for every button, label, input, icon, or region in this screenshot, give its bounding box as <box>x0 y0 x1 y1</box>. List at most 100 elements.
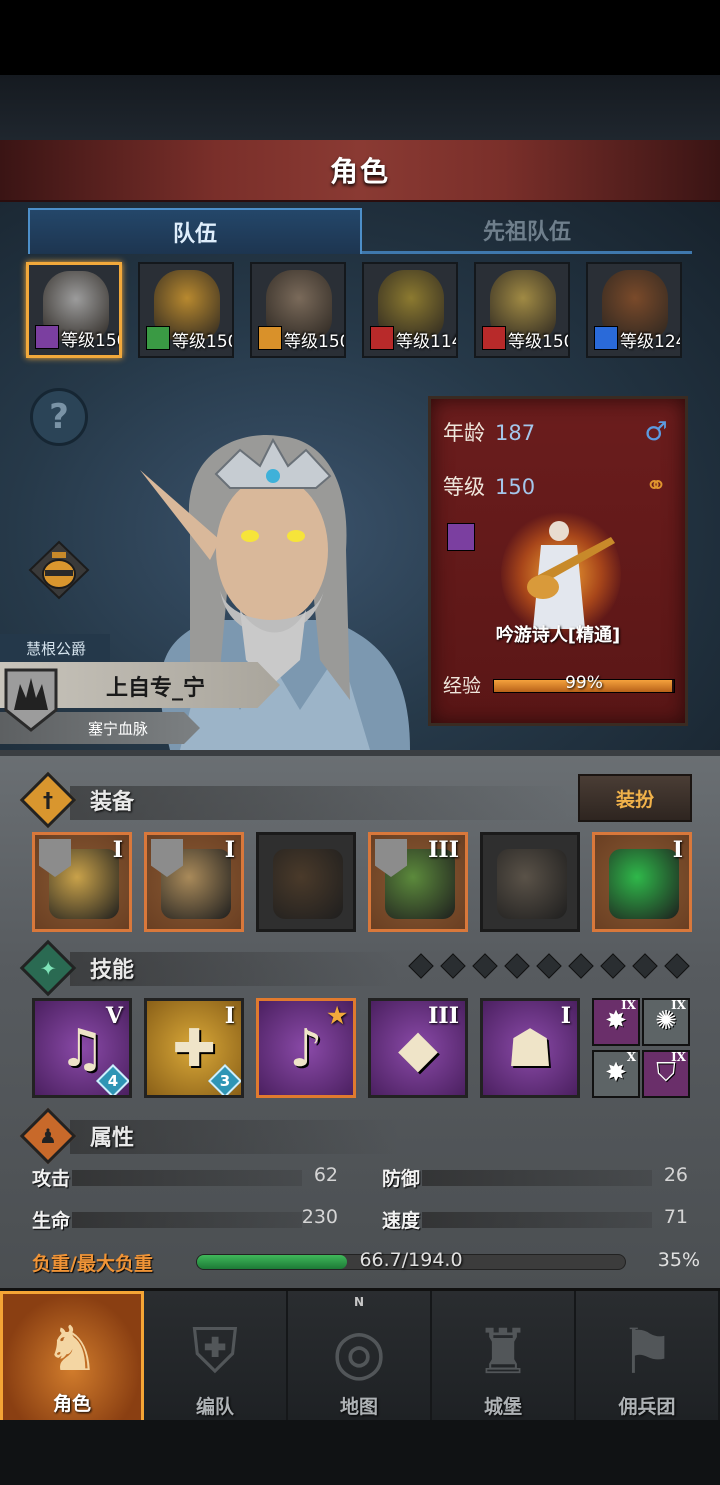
stat-label: 速度 <box>382 1210 421 1232</box>
skill-tier: V <box>105 1003 123 1029</box>
stat-speed: 速度 71 <box>382 1206 688 1232</box>
team-tabs: 队伍 先祖队伍 <box>28 208 692 254</box>
question-icon: ? <box>49 397 69 437</box>
nav-label: 编队 <box>195 1396 234 1418</box>
bottom-nav: ♞ 角色 ⛨ 编队 N ◎ 地图 ♜ 城堡 ⚑ 佣兵团 <box>0 1288 720 1423</box>
item-tier: III <box>428 837 459 863</box>
skill-tier: ★ <box>327 1003 347 1029</box>
page-title: 角色 <box>329 155 390 188</box>
item-tier: I <box>112 837 123 863</box>
level-value: 150 <box>495 475 536 499</box>
equipment-slot-boots-item[interactable] <box>480 832 580 932</box>
system-nav-area <box>0 1420 720 1485</box>
lute-class-icon <box>35 325 59 349</box>
burst-passive[interactable]: ✸ IX <box>592 998 640 1046</box>
skill-point-diamond <box>632 953 658 979</box>
song-skill[interactable]: ♫ V 4 <box>32 998 132 1098</box>
member-level: 等级150 <box>508 332 570 352</box>
equipment-header-bar <box>70 786 570 820</box>
beast-class-icon <box>370 326 394 350</box>
party-member-portrait[interactable]: 等级124 <box>586 262 682 358</box>
group-buff-skill[interactable]: ☗ I <box>480 998 580 1098</box>
banner-icon: ⚑ <box>619 1315 675 1388</box>
top-band <box>0 75 720 140</box>
skill-point-diamond <box>536 953 562 979</box>
star-icon: ✦ <box>19 939 77 997</box>
nav-label: 地图 <box>339 1396 378 1418</box>
tab-team[interactable]: 队伍 <box>28 208 362 254</box>
party-member-portrait[interactable]: 等级114 <box>362 262 458 358</box>
stat-bar <box>422 1170 652 1186</box>
party-member-portrait[interactable]: 等级150 <box>26 262 122 358</box>
stat-value: 26 <box>663 1164 688 1186</box>
class-name: 吟游诗人[精通] <box>495 625 621 646</box>
member-level: 等级150 <box>172 332 234 352</box>
class-badge-icon <box>447 523 475 551</box>
stat-defense: 防御 26 <box>382 1164 688 1190</box>
sword-class-icon <box>594 326 618 350</box>
skill-point-diamond <box>408 953 434 979</box>
passive-tier: IX <box>621 998 636 1012</box>
nav-castle[interactable]: ♜ 城堡 <box>432 1291 576 1423</box>
rings-icon[interactable]: ⚭ <box>641 471 671 501</box>
nav-compass[interactable]: N ◎ 地图 <box>288 1291 432 1423</box>
nav-label: 城堡 <box>483 1396 522 1418</box>
stat-label: 防御 <box>382 1168 421 1190</box>
male-icon: ♂ <box>644 417 668 447</box>
nav-helmet[interactable]: ⛨ 编队 <box>144 1291 288 1423</box>
frost-passive[interactable]: ✺ IX <box>642 998 690 1046</box>
member-level: 等级150 <box>61 331 122 351</box>
hero-title: 慧根公爵 <box>0 634 110 662</box>
skill-tier: III <box>428 1003 459 1029</box>
age-value: 187 <box>495 421 536 445</box>
passive-tier: IX <box>671 998 686 1012</box>
equipment-slot-shield-item[interactable]: I <box>144 832 244 932</box>
equipment-slot-armor-item[interactable]: III <box>368 832 468 932</box>
party-member-portrait[interactable]: 等级150 <box>474 262 570 358</box>
stat-value: 230 <box>301 1206 338 1228</box>
skill-point-diamond <box>472 953 498 979</box>
stat-label: 生命 <box>32 1210 71 1232</box>
crystal-song-skill[interactable]: ♪ ★ <box>256 998 356 1098</box>
equipment-slot-gem-item[interactable]: I <box>592 832 692 932</box>
stat-value: 71 <box>663 1206 688 1228</box>
passive-tier: IX <box>671 1050 686 1064</box>
passive-tier: X <box>626 1050 636 1064</box>
tab-ancestor-team[interactable]: 先祖队伍 <box>362 208 692 254</box>
heal-shield-skill[interactable]: ✚ I 3 <box>144 998 244 1098</box>
skill-tier: I <box>224 1003 235 1029</box>
party-portraits: 等级150 等级150 等级150 等级114 等级150 等级124 <box>26 262 706 362</box>
hero-name: 上自专_宁 <box>106 676 206 701</box>
stat-value: 62 <box>313 1164 338 1186</box>
equipment-slot-shield-item[interactable]: I <box>32 832 132 932</box>
equipment-title: 装备 <box>90 790 135 815</box>
shield-passive[interactable]: ⛉ IX <box>642 1050 690 1098</box>
burst-passive-2[interactable]: ✸ X <box>592 1050 640 1098</box>
load-label: 负重/最大负重 <box>32 1253 153 1275</box>
party-member-portrait[interactable]: 等级150 <box>250 262 346 358</box>
item-tier: I <box>224 837 235 863</box>
dagger-icon: † <box>19 771 77 829</box>
dress-up-button[interactable]: 装扮 <box>578 774 692 822</box>
equipment-slot-hood-item[interactable] <box>256 832 356 932</box>
crystal-ear-skill[interactable]: ◆ III <box>368 998 468 1098</box>
potion-button[interactable] <box>28 540 90 600</box>
castle-icon: ♜ <box>475 1315 531 1388</box>
stat-bar <box>422 1212 652 1228</box>
help-button[interactable]: ? <box>30 388 88 446</box>
attributes-title: 属性 <box>90 1126 135 1151</box>
class-emblem[interactable] <box>501 509 621 639</box>
nav-banner[interactable]: ⚑ 佣兵团 <box>576 1291 720 1423</box>
member-level: 等级114 <box>396 332 458 352</box>
load-percent: 35% <box>657 1249 700 1271</box>
nav-knight[interactable]: ♞ 角色 <box>0 1291 144 1423</box>
level-row: 等级 150 <box>443 471 535 501</box>
stat-label: 攻击 <box>32 1168 71 1190</box>
knight-icon: ♞ <box>44 1312 100 1385</box>
compass-icon: ◎ <box>331 1315 387 1388</box>
party-member-portrait[interactable]: 等级150 <box>138 262 234 358</box>
helmet-icon: ⛨ <box>191 1314 239 1387</box>
potion-icon <box>28 540 90 600</box>
age-label: 年龄 <box>443 421 485 445</box>
gem-item-icon <box>609 849 679 919</box>
